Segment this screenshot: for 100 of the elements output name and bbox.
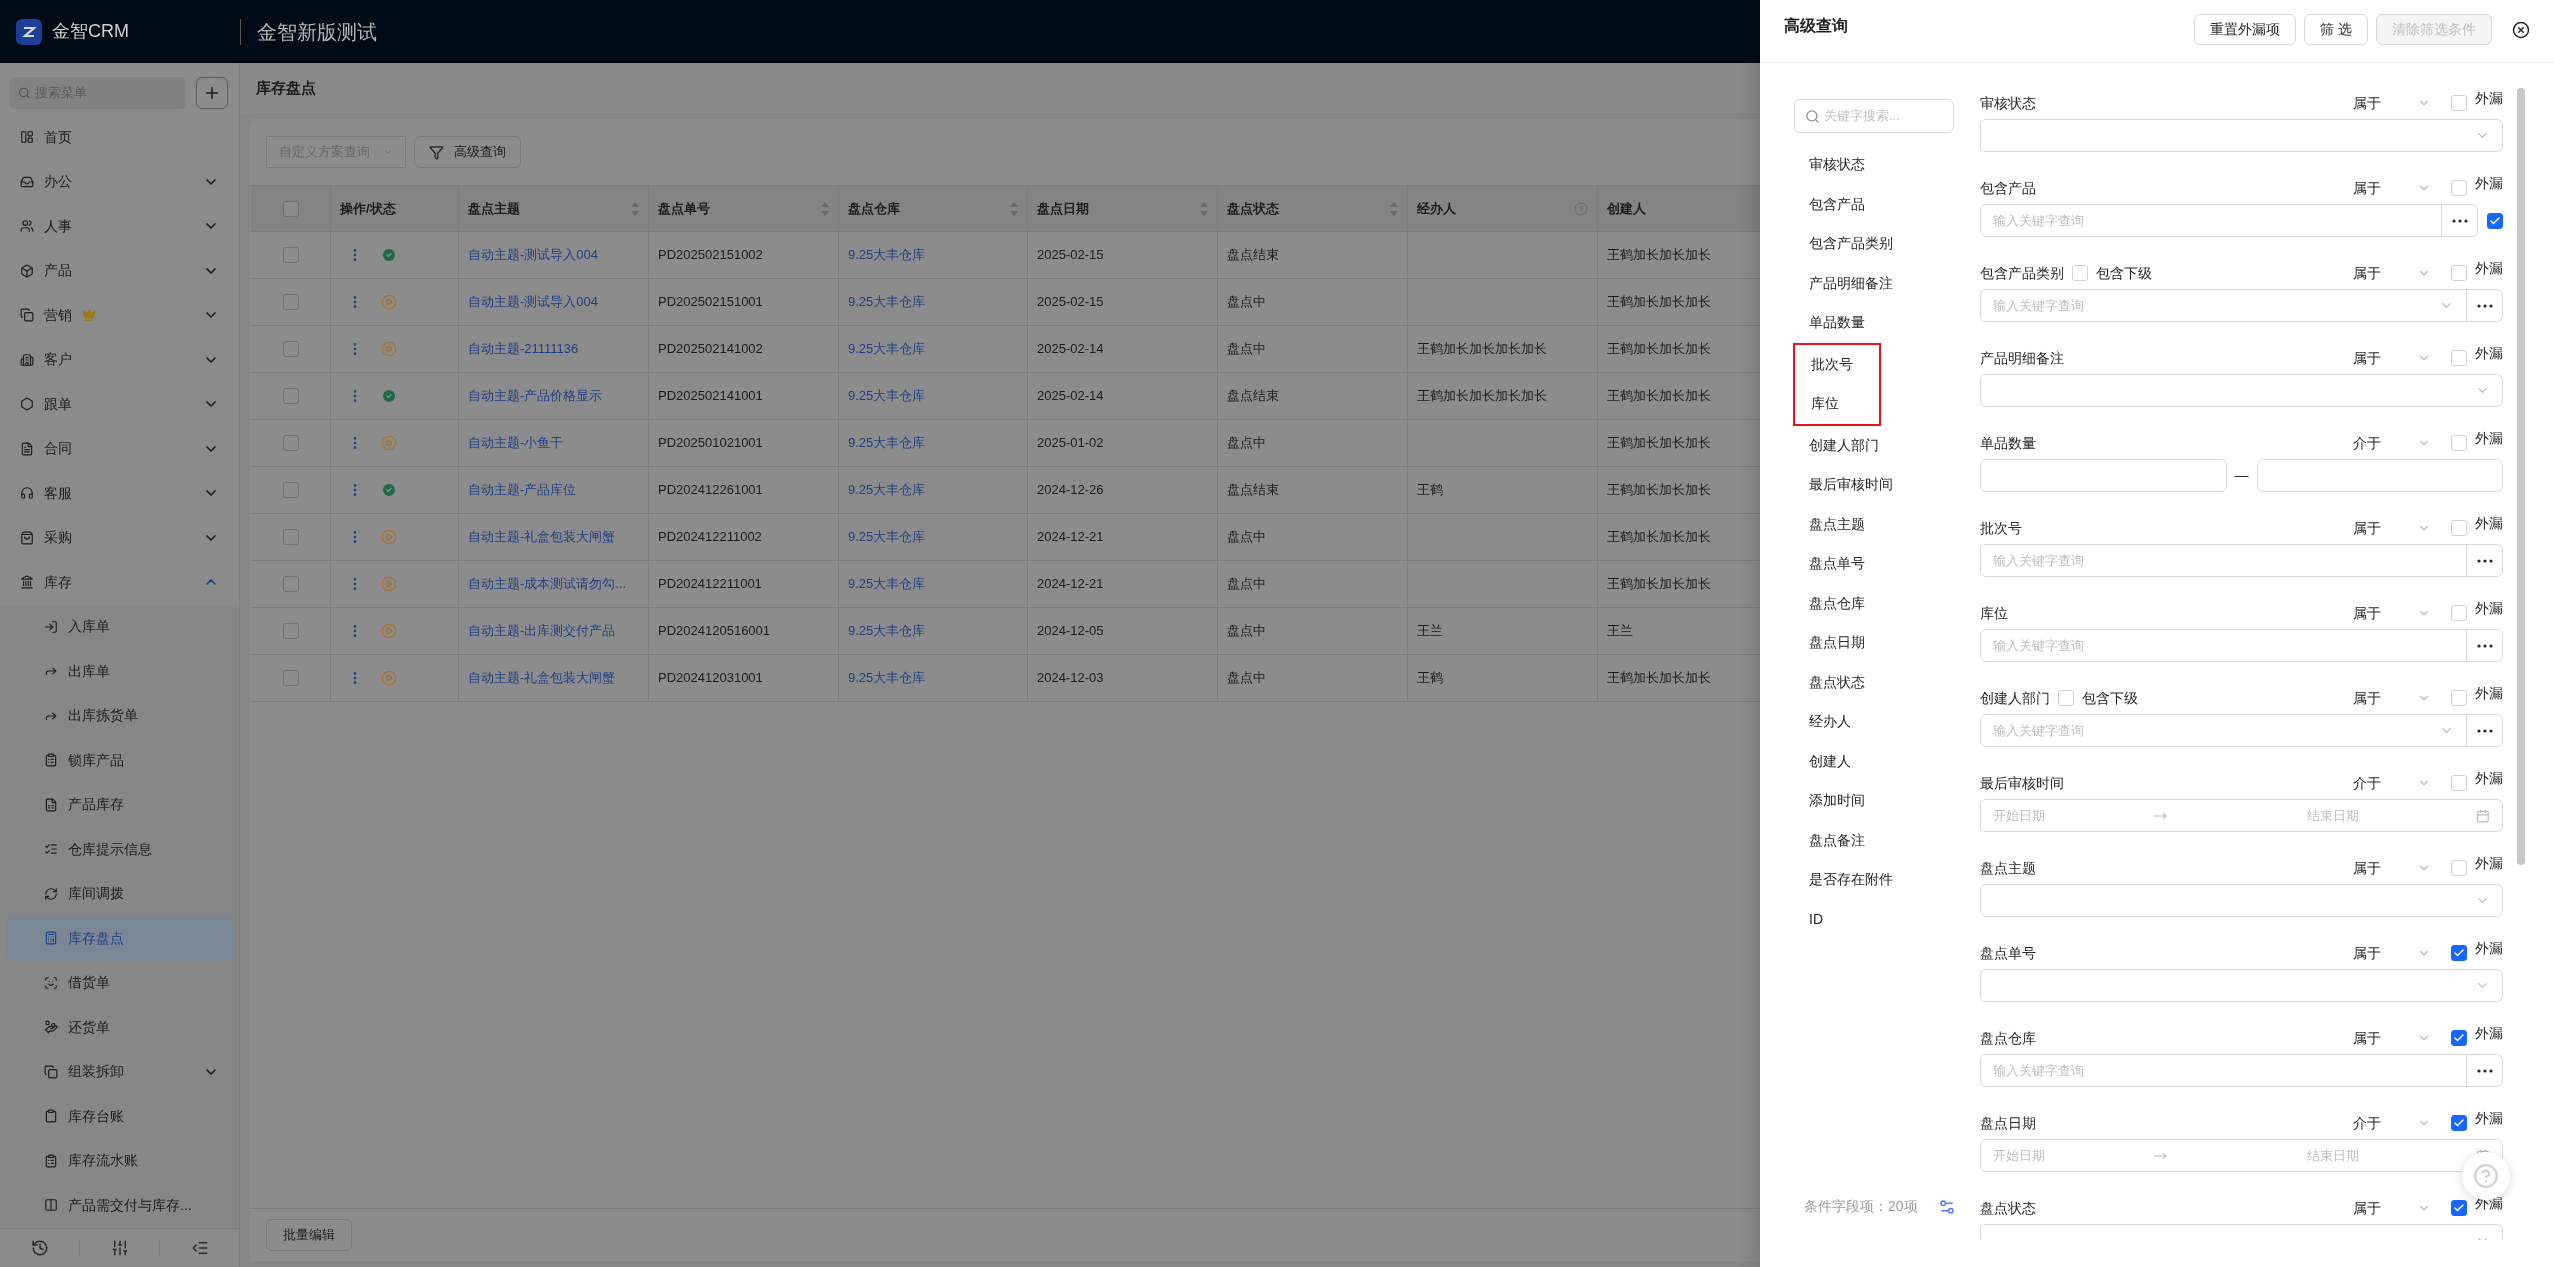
start-date-input[interactable]: 开始日期 — [1993, 805, 2143, 826]
sort-icon[interactable] — [821, 201, 829, 216]
nav-item[interactable]: 采购 — [6, 515, 233, 560]
keyword-field[interactable]: 输入关键字查询 — [1980, 629, 2467, 662]
field-list-item[interactable]: 包含产品类别 — [1809, 224, 1980, 264]
keyword-input[interactable]: 输入关键字查询 — [1993, 295, 2439, 316]
checkbox[interactable] — [2451, 1115, 2467, 1131]
close-icon[interactable] — [2512, 20, 2530, 39]
table-link[interactable]: 9.25大丰仓库 — [848, 339, 926, 359]
checkbox[interactable] — [282, 200, 299, 217]
nav-item[interactable]: 办公 — [6, 159, 233, 204]
operator-select[interactable]: 属于 — [2353, 942, 2431, 964]
nav-item[interactable]: 产品需交付与库存... — [6, 1183, 233, 1228]
field-list-item[interactable]: 产品明细备注 — [1809, 263, 1980, 303]
checkbox[interactable] — [282, 482, 299, 498]
field-list-item[interactable]: 包含产品 — [1809, 184, 1980, 224]
sliders-icon[interactable] — [110, 1238, 129, 1257]
field-list-item[interactable]: 添加时间 — [1809, 781, 1980, 821]
checkbox[interactable] — [2487, 212, 2503, 229]
table-link[interactable]: 自动主题-礼盒包装大闸蟹 — [468, 527, 616, 547]
nav-item[interactable]: 组装拆卸 — [6, 1049, 233, 1094]
keyword-field[interactable]: 输入关键字查询 — [1980, 204, 2442, 237]
nav-item[interactable]: 入库单 — [6, 604, 233, 649]
checkbox[interactable] — [2451, 1030, 2467, 1046]
operator-select[interactable]: 属于 — [2353, 92, 2431, 114]
checkbox[interactable] — [282, 576, 299, 592]
operator-select[interactable]: 属于 — [2353, 1197, 2431, 1219]
end-date-input[interactable]: 结束日期 — [2307, 805, 2427, 826]
keyword-input[interactable]: 输入关键字查询 — [1993, 720, 2439, 741]
checkbox[interactable] — [282, 341, 299, 357]
sort-icon[interactable] — [1390, 201, 1398, 216]
field-list-item[interactable]: 盘点备注 — [1809, 820, 1980, 860]
sort-icon[interactable] — [631, 201, 639, 216]
date-range-field[interactable]: 开始日期 结束日期 — [1980, 1139, 2503, 1172]
checkbox[interactable] — [2451, 945, 2467, 961]
nav-item[interactable]: 首页 — [6, 115, 233, 160]
field-list-item[interactable]: 盘点单号 — [1809, 544, 1980, 584]
field-list-item[interactable]: 盘点仓库 — [1809, 583, 1980, 623]
field-list-item[interactable]: 审核状态 — [1809, 145, 1980, 185]
more-button[interactable] — [2466, 289, 2503, 322]
field-list-item[interactable]: 盘点主题 — [1809, 504, 1980, 544]
end-date-input[interactable]: 结束日期 — [2307, 1145, 2427, 1166]
nav-item[interactable]: 产品 — [6, 248, 233, 293]
field-list-item[interactable]: 创建人部门 — [1809, 425, 1980, 465]
more-button[interactable] — [2441, 204, 2478, 237]
operator-select[interactable]: 属于 — [2353, 262, 2431, 284]
nav-item[interactable]: 还货单 — [6, 1005, 233, 1050]
nav-item[interactable]: 锁库产品 — [6, 738, 233, 783]
start-date-input[interactable]: 开始日期 — [1993, 1145, 2143, 1166]
table-link[interactable]: 9.25大丰仓库 — [848, 245, 926, 265]
field-list-item[interactable]: 盘点状态 — [1809, 662, 1980, 702]
table-link[interactable]: 自动主题-测试导入004 — [468, 245, 599, 265]
field-list-item[interactable]: 最后审核时间 — [1809, 465, 1980, 505]
operator-select[interactable]: 介于 — [2353, 1112, 2431, 1134]
nav-item[interactable]: 人事 — [6, 204, 233, 249]
nav-item[interactable]: 借货单 — [6, 960, 233, 1005]
field-search-input[interactable]: 关键字搜索... — [1824, 106, 1943, 126]
select-field[interactable] — [1980, 884, 2503, 917]
field-search[interactable]: 关键字搜索... — [1794, 99, 1954, 133]
select-field[interactable] — [1980, 119, 2503, 152]
field-list-item[interactable]: 盘点日期 — [1809, 623, 1980, 663]
table-link[interactable]: 自动主题-测试导入004 — [468, 292, 599, 312]
checkbox[interactable] — [2451, 1200, 2467, 1216]
table-link[interactable]: 自动主题-产品价格显示 — [468, 386, 603, 406]
nav-item[interactable]: 跟单 — [6, 382, 233, 427]
table-link[interactable]: 9.25大丰仓库 — [848, 386, 926, 406]
operator-select[interactable]: 属于 — [2353, 857, 2431, 879]
table-link[interactable]: 自动主题-礼盒包装大闸蟹 — [468, 668, 616, 688]
nav-item[interactable]: 合同 — [6, 426, 233, 471]
filter-settings-icon[interactable] — [1937, 1197, 1956, 1216]
table-link[interactable]: 自动主题-产品库位 — [468, 480, 577, 500]
nav-item[interactable]: 出库拣货单 — [6, 693, 233, 738]
nav-item[interactable]: 库间调拨 — [6, 871, 233, 916]
table-link[interactable]: 9.25大丰仓库 — [848, 433, 926, 453]
keyword-field[interactable]: 输入关键字查询 — [1980, 544, 2467, 577]
checkbox[interactable] — [282, 623, 299, 639]
field-list-item[interactable]: 是否存在附件 — [1809, 860, 1980, 900]
number-field[interactable] — [1980, 459, 2227, 492]
sort-icon[interactable] — [1200, 201, 1208, 216]
table-link[interactable]: 9.25大丰仓库 — [848, 292, 926, 312]
panel-button[interactable]: 重置外漏项 — [2194, 14, 2297, 45]
operator-select[interactable]: 属于 — [2353, 347, 2431, 369]
checkbox[interactable] — [282, 294, 299, 310]
scrollbar[interactable] — [2517, 88, 2525, 865]
more-button[interactable] — [2466, 1054, 2503, 1087]
field-list-item[interactable]: 经办人 — [1809, 702, 1980, 742]
nav-item[interactable]: 客户 — [6, 337, 233, 382]
operator-select[interactable]: 属于 — [2353, 177, 2431, 199]
nav-item[interactable]: 库存台账 — [6, 1094, 233, 1139]
more-button[interactable] — [2466, 544, 2503, 577]
operator-select[interactable]: 介于 — [2353, 772, 2431, 794]
checkbox[interactable] — [282, 529, 299, 545]
nav-item[interactable]: 出库单 — [6, 649, 233, 694]
keyword-select-field[interactable]: 输入关键字查询 — [1980, 289, 2467, 322]
nav-item[interactable]: 客服 — [6, 471, 233, 516]
field-list-item[interactable]: 创建人 — [1809, 741, 1980, 781]
nav-item[interactable]: 库存盘点 — [6, 916, 233, 961]
table-link[interactable]: 9.25大丰仓库 — [848, 527, 926, 547]
select-field[interactable] — [1980, 969, 2503, 1002]
table-link[interactable]: 自动主题-小鱼干 — [468, 433, 564, 453]
